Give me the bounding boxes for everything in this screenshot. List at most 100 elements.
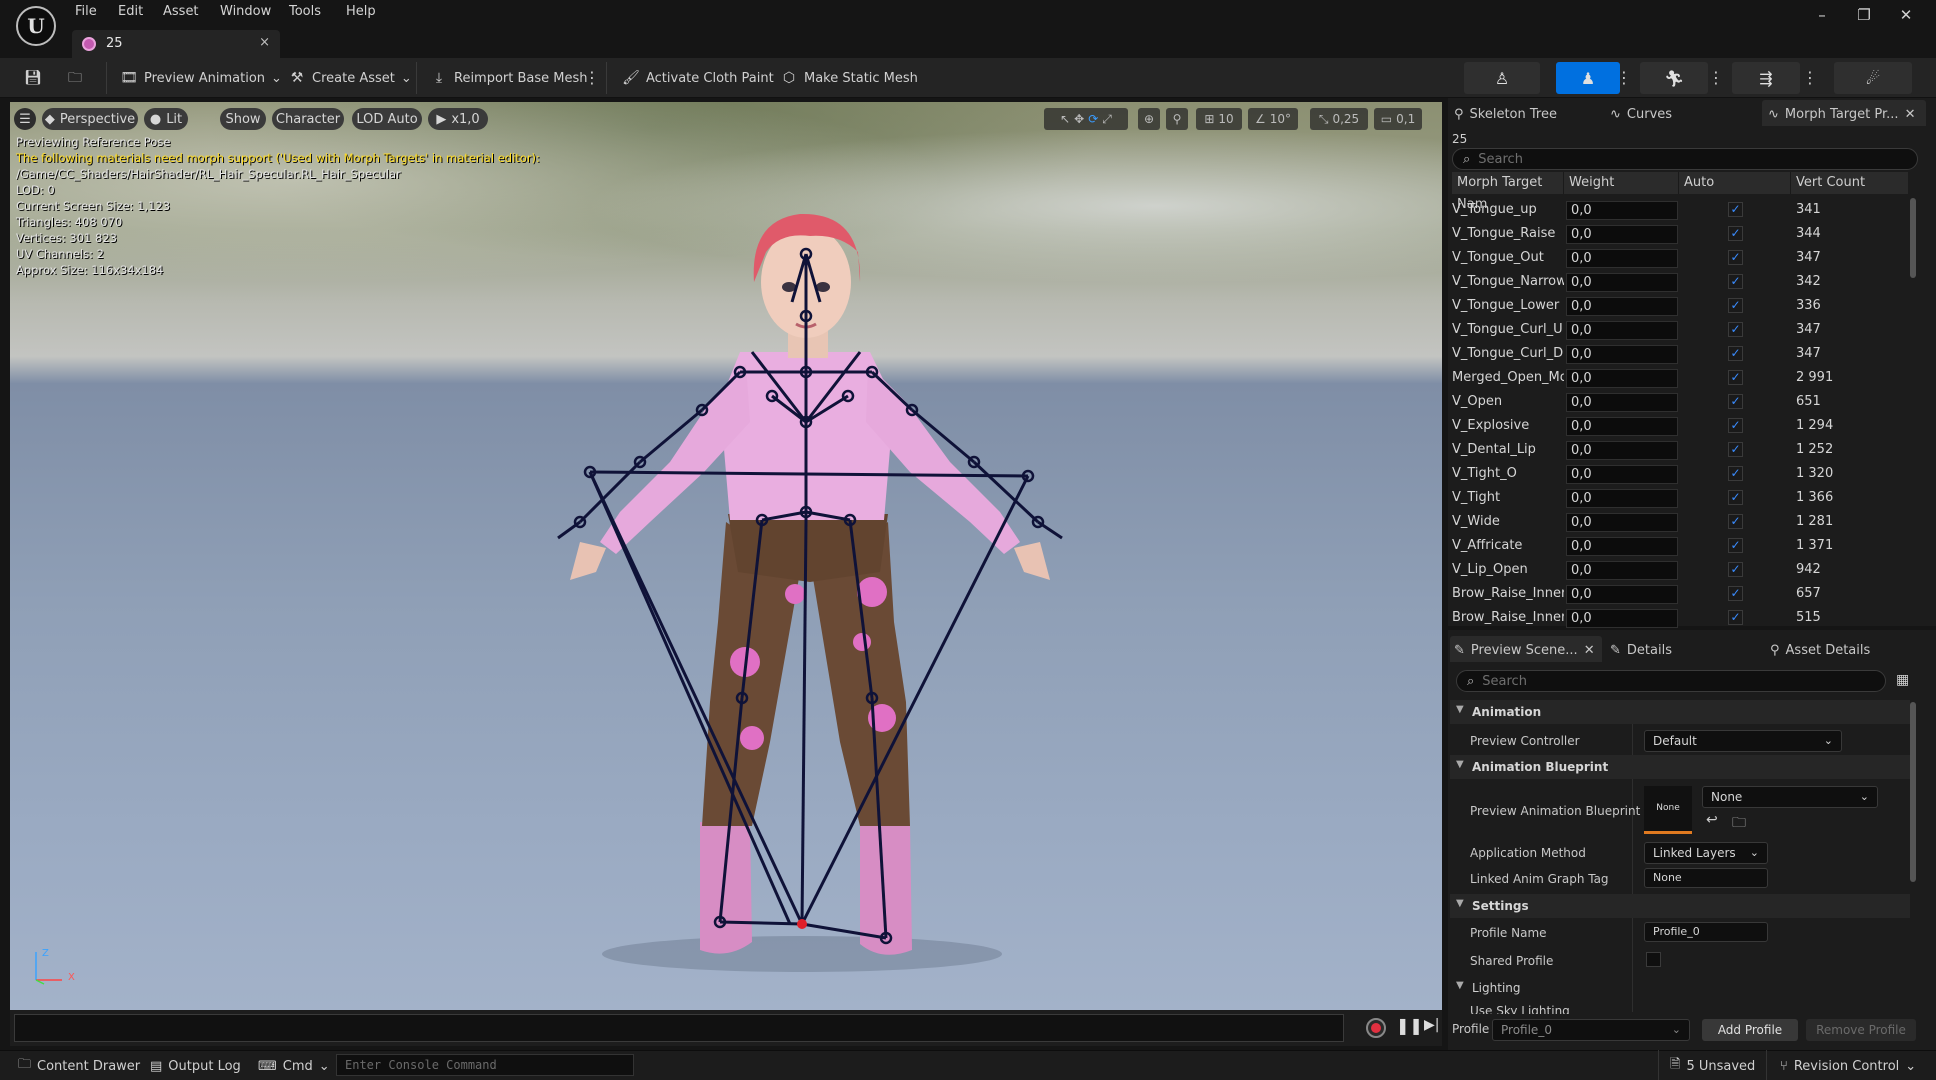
details-search-input[interactable]: ⌕ Search — [1456, 670, 1886, 692]
scale-icon[interactable]: ⤢ — [1102, 112, 1112, 127]
restore-icon[interactable]: ❐ — [1844, 6, 1884, 24]
auto-checkbox[interactable]: ✓ — [1728, 250, 1743, 265]
rotation-snap-button[interactable]: ∠ 10° — [1248, 108, 1298, 130]
surface-snap-icon[interactable]: ⚲ — [1166, 108, 1188, 130]
auto-checkbox[interactable]: ✓ — [1728, 586, 1743, 601]
section-settings[interactable]: ▼ Settings — [1450, 894, 1910, 918]
lit-button[interactable]: ● Lit — [144, 108, 188, 130]
morph-row[interactable]: V_Tongue_Narrow 0,0 ✓ 342 — [1452, 270, 1908, 294]
blueprint-mode-button[interactable]: ⇶ — [1732, 62, 1800, 94]
output-log-button[interactable]: ▤ Output Log — [150, 1056, 241, 1076]
tab-asset-details[interactable]: ⚲ Asset Details — [1770, 638, 1870, 662]
morph-row[interactable]: V_Tongue_Curl_U 0,0 ✓ 347 — [1452, 318, 1908, 342]
auto-checkbox[interactable]: ✓ — [1728, 322, 1743, 337]
morph-scrollbar[interactable] — [1910, 198, 1916, 278]
morph-row[interactable]: V_Tongue_Out 0,0 ✓ 347 — [1452, 246, 1908, 270]
preview-controller-dropdown[interactable]: Default ⌄ — [1644, 730, 1842, 752]
profile-dropdown[interactable]: Profile_0 ⌄ — [1492, 1019, 1690, 1041]
lod-button[interactable]: LOD Auto — [352, 108, 422, 130]
step-forward-icon[interactable]: ▶| — [1424, 1017, 1439, 1033]
tab-details[interactable]: ✎ Details — [1610, 638, 1672, 662]
record-button[interactable] — [1366, 1018, 1386, 1038]
select-icon[interactable]: ↖ — [1060, 112, 1070, 126]
morph-row[interactable]: V_Affricate 0,0 ✓ 1 371 — [1452, 534, 1908, 558]
auto-checkbox[interactable]: ✓ — [1728, 538, 1743, 553]
auto-checkbox[interactable]: ✓ — [1728, 562, 1743, 577]
close-window-icon[interactable]: ✕ — [1886, 6, 1926, 24]
morph-weight-input[interactable]: 0,0 — [1566, 345, 1678, 364]
close-tab-icon[interactable]: × — [259, 35, 270, 50]
tab-curves[interactable]: ∿ Curves — [1610, 102, 1672, 126]
morph-weight-input[interactable]: 0,0 — [1566, 465, 1678, 484]
morph-weight-input[interactable]: 0,0 — [1566, 321, 1678, 340]
view-options-icon[interactable]: ▦ — [1896, 672, 1909, 688]
camera-speed-button[interactable]: ▭ 0,1 — [1374, 108, 1422, 130]
auto-checkbox[interactable]: ✓ — [1728, 394, 1743, 409]
tab-skeleton-tree[interactable]: ⚲ Skeleton Tree — [1454, 102, 1557, 126]
morph-weight-input[interactable]: 0,0 — [1566, 585, 1678, 604]
show-button[interactable]: Show — [220, 108, 266, 130]
profile-name-input[interactable]: Profile_0 — [1644, 922, 1768, 942]
morph-row[interactable]: Merged_Open_Mout0,0 ✓ 2 991 — [1452, 366, 1908, 390]
linked-anim-graph-tag-input[interactable]: None — [1644, 868, 1768, 888]
preview-animation-button[interactable]: 🎞︎ Preview Animation ⌄ — [120, 66, 282, 90]
anim-bp-thumbnail[interactable]: None — [1644, 786, 1692, 834]
tab-morph-target-preview[interactable]: ∿ Morph Target Pr... ✕ — [1768, 102, 1915, 126]
play-rate-button[interactable]: ▶ x1,0 — [428, 108, 488, 130]
menu-tools[interactable]: Tools — [289, 4, 321, 19]
morph-weight-input[interactable]: 0,0 — [1566, 441, 1678, 460]
unsaved-button[interactable]: 🗎 5 Unsaved — [1670, 1056, 1755, 1076]
menu-file[interactable]: File — [75, 4, 97, 19]
create-asset-button[interactable]: ⚒ Create Asset ⌄ — [288, 66, 412, 90]
shared-profile-checkbox[interactable] — [1646, 952, 1661, 967]
details-scrollbar[interactable] — [1910, 702, 1916, 882]
auto-checkbox[interactable]: ✓ — [1728, 226, 1743, 241]
morph-row[interactable]: V_Tongue_Lower 0,0 ✓ 336 — [1452, 294, 1908, 318]
revision-control-button[interactable]: ⑂ Revision Control ⌄ — [1780, 1056, 1916, 1076]
morph-weight-input[interactable]: 0,0 — [1566, 225, 1678, 244]
morph-row[interactable]: V_Lip_Open 0,0 ✓ 942 — [1452, 558, 1908, 582]
morph-weight-input[interactable]: 0,0 — [1566, 297, 1678, 316]
coord-system-icon[interactable]: ⊕ — [1138, 108, 1160, 130]
close-tab-icon[interactable]: ✕ — [1584, 643, 1595, 658]
col-weight[interactable]: Weight — [1564, 172, 1679, 194]
menu-window[interactable]: Window — [220, 4, 271, 19]
morph-weight-input[interactable]: 0,0 — [1566, 489, 1678, 508]
auto-checkbox[interactable]: ✓ — [1728, 490, 1743, 505]
morph-row[interactable]: V_Wide 0,0 ✓ 1 281 — [1452, 510, 1908, 534]
animation-mode-options-icon[interactable]: ⋮ — [1708, 66, 1724, 90]
morph-row[interactable]: V_Dental_Lip 0,0 ✓ 1 252 — [1452, 438, 1908, 462]
skeleton-mode-button[interactable]: ♙ — [1464, 62, 1540, 94]
morph-weight-input[interactable]: 0,0 — [1566, 369, 1678, 388]
auto-checkbox[interactable]: ✓ — [1728, 466, 1743, 481]
viewport-options-button[interactable]: ☰ — [14, 108, 36, 130]
remove-profile-button[interactable]: Remove Profile — [1806, 1019, 1916, 1041]
morph-row[interactable]: V_Tight 0,0 ✓ 1 366 — [1452, 486, 1908, 510]
auto-checkbox[interactable]: ✓ — [1728, 274, 1743, 289]
tab-preview-scene[interactable]: ✎ Preview Scene... ✕ — [1454, 638, 1595, 662]
save-button[interactable]: 💾︎ — [24, 66, 42, 90]
morph-search-input[interactable]: ⌕ Search — [1452, 148, 1918, 170]
menu-edit[interactable]: Edit — [118, 4, 143, 19]
cmd-dropdown[interactable]: ⌨ Cmd ⌄ — [258, 1056, 330, 1076]
animation-mode-button[interactable]: 🏃︎ — [1640, 62, 1708, 94]
morph-weight-input[interactable]: 0,0 — [1566, 273, 1678, 292]
document-tab[interactable]: 25 × — [72, 30, 280, 58]
auto-checkbox[interactable]: ✓ — [1728, 202, 1743, 217]
make-static-mesh-button[interactable]: ⬡ Make Static Mesh — [780, 66, 918, 90]
morph-row[interactable]: V_Tongue_up 0,0 ✓ 341 — [1452, 198, 1908, 222]
morph-row[interactable]: V_Tongue_Raise 0,0 ✓ 344 — [1452, 222, 1908, 246]
morph-weight-input[interactable]: 0,0 — [1566, 201, 1678, 220]
morph-weight-input[interactable]: 0,0 — [1566, 561, 1678, 580]
add-profile-button[interactable]: Add Profile — [1702, 1019, 1798, 1041]
morph-row[interactable]: Brow_Raise_Inner_I0,0 ✓ 657 — [1452, 582, 1908, 606]
auto-checkbox[interactable]: ✓ — [1728, 514, 1743, 529]
col-morph-name[interactable]: Morph Target Nam — [1452, 172, 1564, 212]
morph-weight-input[interactable]: 0,0 — [1566, 609, 1678, 628]
console-command-input[interactable]: Enter Console Command — [336, 1054, 634, 1076]
move-icon[interactable]: ✥ — [1074, 112, 1084, 126]
auto-checkbox[interactable]: ✓ — [1728, 370, 1743, 385]
mesh-mode-button[interactable]: ♟ — [1556, 62, 1620, 94]
browse-button[interactable]: 🗀 — [66, 66, 84, 90]
section-lighting[interactable]: ▼ Lighting — [1450, 976, 1910, 1000]
